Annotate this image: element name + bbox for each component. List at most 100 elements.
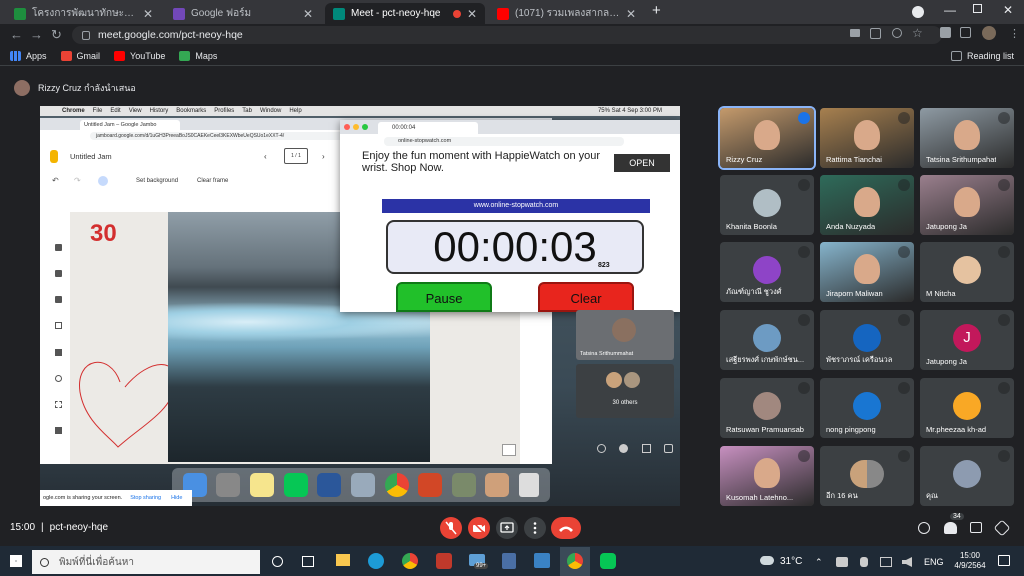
participant-tile[interactable]: เสฐียรพงศ์ เกษพักษ์ชน... bbox=[720, 310, 814, 370]
mic-icon[interactable] bbox=[860, 557, 868, 567]
tray-chevron-icon[interactable]: ⌃ bbox=[815, 557, 823, 568]
text-box-icon[interactable] bbox=[54, 400, 62, 408]
profile-avatar[interactable] bbox=[982, 26, 996, 40]
pause-button[interactable]: Pause bbox=[396, 282, 492, 312]
notes-icon[interactable] bbox=[250, 473, 275, 497]
more-options-button[interactable] bbox=[524, 517, 546, 539]
next-frame-icon[interactable]: › bbox=[322, 152, 325, 161]
new-tab-icon[interactable]: + bbox=[652, 2, 661, 19]
bookmark-youtube[interactable]: YouTube bbox=[114, 50, 165, 61]
tab-meet[interactable]: Meet - pct-neoy-hqe ✕ bbox=[325, 3, 485, 24]
extensions-icon[interactable] bbox=[940, 27, 951, 38]
sw-tab[interactable]: 00:00:04 bbox=[378, 122, 478, 134]
menu-profiles[interactable]: Profiles bbox=[214, 108, 234, 114]
camera-icon[interactable] bbox=[850, 29, 860, 37]
participant-tile[interactable]: Anda Nuzyada bbox=[820, 175, 914, 235]
camera-off-button[interactable] bbox=[468, 517, 490, 539]
minimize-icon[interactable]: — bbox=[944, 3, 956, 17]
tab-google-forms[interactable]: Google ฟอร์ม ✕ bbox=[165, 3, 321, 24]
calculator-icon[interactable] bbox=[502, 553, 516, 569]
edge-icon[interactable] bbox=[368, 553, 384, 569]
jam-tab[interactable]: Untitled Jam – Google Jambo bbox=[80, 120, 180, 130]
hide-button[interactable]: Hide bbox=[171, 495, 182, 501]
undo-icon[interactable]: ↶ bbox=[52, 176, 59, 185]
menu-edit[interactable]: Edit bbox=[110, 108, 120, 114]
participant-tile[interactable]: พัชราภรณ์ เครือนวล bbox=[820, 310, 914, 370]
stopwatch-banner[interactable]: www.online-stopwatch.com bbox=[382, 199, 650, 213]
network-icon[interactable] bbox=[880, 557, 892, 567]
zoom-icon[interactable] bbox=[98, 176, 108, 186]
menu-view[interactable]: View bbox=[129, 108, 142, 114]
participant-tile[interactable]: คุณ bbox=[920, 446, 1014, 506]
pen-icon[interactable] bbox=[54, 244, 62, 251]
frame-indicator[interactable]: 1 / 1 bbox=[284, 148, 308, 164]
translate-icon[interactable] bbox=[870, 28, 881, 39]
photos-icon[interactable] bbox=[534, 553, 550, 568]
taskbar-active-app[interactable] bbox=[560, 547, 590, 576]
clear-frame-button[interactable]: Clear frame bbox=[197, 178, 228, 184]
activities-icon[interactable] bbox=[664, 444, 674, 453]
meeting-info-icon[interactable] bbox=[918, 522, 930, 534]
reload-icon[interactable]: ↻ bbox=[51, 27, 62, 43]
participant-tile[interactable]: Jatupong Ja bbox=[920, 175, 1014, 235]
participant-tile[interactable]: nong pingpong bbox=[820, 378, 914, 438]
mic-off-button[interactable] bbox=[440, 517, 462, 539]
participant-tile[interactable]: Ratsuwan Pramuansab bbox=[720, 378, 814, 438]
menu-file[interactable]: File bbox=[93, 108, 103, 114]
bookmark-maps[interactable]: Maps bbox=[179, 50, 217, 61]
menu-help[interactable]: Help bbox=[289, 108, 301, 114]
trash-icon[interactable] bbox=[519, 473, 540, 497]
menu-window[interactable]: Window bbox=[260, 108, 281, 114]
participant-tile[interactable]: Mr.pheezaa kh-ad bbox=[920, 378, 1014, 438]
menu-bookmarks[interactable]: Bookmarks bbox=[176, 108, 206, 114]
select-icon[interactable] bbox=[54, 296, 62, 304]
ad-open-button[interactable]: OPEN bbox=[614, 154, 670, 172]
stop-sharing-button[interactable]: Stop sharing bbox=[130, 495, 161, 501]
preview-icon[interactable] bbox=[350, 473, 375, 497]
notifications-icon[interactable] bbox=[998, 555, 1010, 566]
menu-history[interactable]: History bbox=[150, 108, 169, 114]
jam-url[interactable]: jamboard.google.com/d/1uGH3PreeaBoJS0CAE… bbox=[90, 132, 380, 140]
sticky-note-icon[interactable] bbox=[54, 322, 62, 330]
redo-icon[interactable]: ↷ bbox=[74, 176, 81, 185]
chrome-icon[interactable] bbox=[402, 553, 418, 569]
tab-search-icon[interactable] bbox=[912, 6, 924, 18]
task-view-icon[interactable] bbox=[302, 556, 314, 567]
mac-close-icon[interactable] bbox=[344, 124, 350, 130]
language-indicator[interactable]: ENG bbox=[924, 557, 944, 567]
onedrive-icon[interactable] bbox=[836, 557, 848, 567]
windows-start-icon[interactable] bbox=[10, 555, 22, 567]
close-window-icon[interactable]: ✕ bbox=[1003, 3, 1013, 17]
address-bar[interactable]: meet.google.com/pct-neoy-hqe bbox=[72, 26, 942, 44]
prev-frame-icon[interactable]: ‹ bbox=[264, 152, 267, 161]
paint-icon[interactable] bbox=[436, 553, 452, 569]
forward-icon[interactable]: → bbox=[30, 27, 43, 42]
launchpad-icon[interactable] bbox=[216, 473, 241, 497]
people-icon[interactable] bbox=[619, 444, 629, 453]
people-icon[interactable] bbox=[944, 522, 957, 534]
close-icon[interactable]: ✕ bbox=[626, 7, 636, 21]
restore-icon[interactable] bbox=[973, 4, 982, 13]
menu-tab[interactable]: Tab bbox=[242, 108, 252, 114]
taskbar-search[interactable]: พิมพ์ที่นี่เพื่อค้นหา bbox=[32, 550, 260, 574]
laser-icon[interactable] bbox=[54, 426, 62, 434]
bookmark-apps[interactable]: Apps bbox=[10, 50, 47, 61]
menu-chrome[interactable]: Chrome bbox=[62, 108, 85, 114]
clear-button[interactable]: Clear bbox=[538, 282, 634, 312]
screenshot-icon[interactable] bbox=[485, 473, 510, 497]
mac-zoom-icon[interactable] bbox=[362, 124, 368, 130]
close-icon[interactable]: ✕ bbox=[143, 7, 153, 21]
info-icon[interactable] bbox=[596, 444, 606, 453]
bookmark-gmail[interactable]: Gmail bbox=[60, 50, 100, 61]
back-icon[interactable]: ← bbox=[10, 27, 23, 42]
participant-tile[interactable]: Tatsina Srithumpahat bbox=[920, 108, 1014, 168]
chat-icon[interactable] bbox=[970, 522, 982, 533]
image-icon[interactable] bbox=[54, 348, 62, 356]
photos-icon[interactable] bbox=[451, 473, 476, 497]
star-icon[interactable]: ☆ bbox=[912, 26, 923, 40]
grid-icon[interactable] bbox=[502, 444, 516, 456]
mac-minimize-icon[interactable] bbox=[353, 124, 359, 130]
set-background-button[interactable]: Set background bbox=[136, 178, 178, 184]
chat-icon[interactable] bbox=[641, 444, 651, 453]
media-icon[interactable] bbox=[960, 27, 971, 38]
